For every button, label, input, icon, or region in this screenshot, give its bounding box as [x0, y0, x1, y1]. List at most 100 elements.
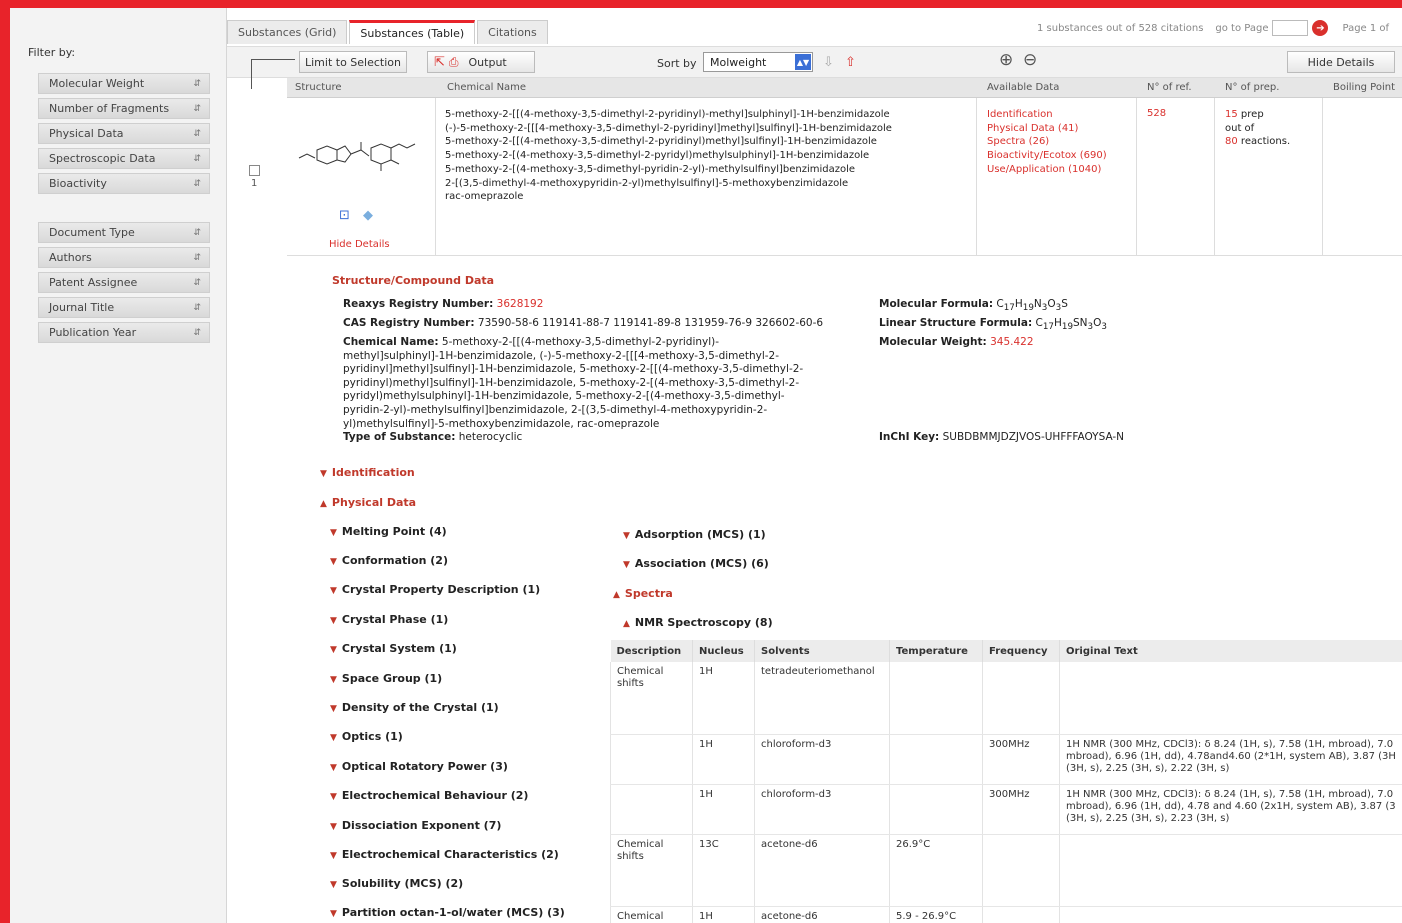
link-spectra[interactable]: Spectra (26) — [987, 135, 1107, 149]
filter-number-of-fragments[interactable]: Number of Fragments ⇵ — [38, 98, 210, 119]
hide-details-button[interactable]: Hide Details — [1287, 51, 1395, 73]
sort-select[interactable]: Molweight ▲▼ — [703, 52, 813, 72]
expand-arrow-icon: ▲ — [623, 619, 630, 629]
col-boiling-point[interactable]: Boiling Point — [1333, 82, 1395, 93]
expand-arrow-icon: ⇵ — [193, 178, 201, 189]
toggle-spectra[interactable]: ▲ Spectra — [613, 587, 673, 600]
row-select-checkbox[interactable] — [249, 165, 260, 176]
molecular-formula: Molecular Formula: C17H19N3O3S — [879, 298, 1068, 314]
expand-arrow-icon: ▲ — [320, 499, 327, 509]
toggle-optics[interactable]: ▼ Optics (1) — [330, 730, 403, 743]
filter-publication-year[interactable]: Publication Year ⇵ — [38, 322, 210, 343]
collapse-arrow-icon: ▼ — [330, 880, 337, 890]
toggle-solubility[interactable]: ▼ Solubility (MCS) (2) — [330, 877, 463, 890]
toggle-dissociation-exponent[interactable]: ▼ Dissociation Exponent (7) — [330, 819, 501, 832]
chemical-name: 5-methoxy-2-[[(4-methoxy-3,5-dimethyl-2-… — [445, 136, 877, 148]
collapse-arrow-icon: ▼ — [330, 763, 337, 773]
row-index: 1 — [251, 178, 258, 189]
toggle-identification[interactable]: ▼ Identification — [320, 466, 415, 479]
toggle-electrochemical-characteristics[interactable]: ▼ Electrochemical Characteristics (2) — [330, 848, 559, 861]
link-identification[interactable]: Identification — [987, 108, 1107, 122]
results-table-header: Structure Chemical Name Available Data N… — [287, 78, 1402, 98]
print-icon: ⎙ — [448, 54, 459, 69]
toggle-melting-point[interactable]: ▼ Melting Point (4) — [330, 525, 447, 538]
nmr-col-nucleus: Nucleus — [692, 640, 755, 662]
table-row: Chemical shifts 13C acetone-d6 26.9°C — [610, 834, 1402, 907]
edit-structure-icon[interactable]: ⊡ — [339, 208, 350, 223]
results-toolbar: Limit to Selection ⇱ ⎙ Output Sort by Mo… — [227, 46, 1402, 89]
toggle-adsorption[interactable]: ▼ Adsorption (MCS) (1) — [623, 528, 766, 541]
link-physical-data[interactable]: Physical Data (41) — [987, 122, 1107, 136]
results-summary: 1 substances out of 528 citations — [1037, 22, 1204, 34]
table-row: 1H chloroform-d3 300MHz 1H NMR (300 MHz,… — [610, 734, 1402, 785]
left-accent-bar — [0, 0, 10, 923]
filter-patent-assignee[interactable]: Patent Assignee ⇵ — [38, 272, 210, 293]
toggle-crystal-system[interactable]: ▼ Crystal System (1) — [330, 642, 457, 655]
link-bioactivity[interactable]: Bioactivity/Ecotox (690) — [987, 149, 1107, 163]
zoom-out-icon[interactable]: ⊖ — [1023, 50, 1037, 70]
page-input[interactable] — [1272, 20, 1309, 36]
zoom-in-icon[interactable]: ⊕ — [999, 50, 1013, 70]
col-structure[interactable]: Structure — [295, 82, 342, 93]
toggle-crystal-property[interactable]: ▼ Crystal Property Description (1) — [330, 583, 540, 596]
tab-substances-grid[interactable]: Substances (Grid) — [227, 20, 348, 44]
col-num-refs[interactable]: N° of ref. — [1147, 82, 1192, 93]
col-available-data[interactable]: Available Data — [987, 82, 1059, 93]
filter-document-type[interactable]: Document Type ⇵ — [38, 222, 210, 243]
table-row: Chemical shifts 1H tetradeuteriomethanol — [610, 662, 1402, 735]
col-num-prep[interactable]: N° of prep. — [1225, 82, 1279, 93]
collapse-arrow-icon: ▼ — [330, 557, 337, 567]
collapse-arrow-icon: ▼ — [623, 531, 630, 541]
toggle-density[interactable]: ▼ Density of the Crystal (1) — [330, 701, 499, 714]
collapse-arrow-icon: ▼ — [330, 822, 337, 832]
export-icon: ⇱ — [434, 54, 445, 70]
toggle-optical-rotatory-power[interactable]: ▼ Optical Rotatory Power (3) — [330, 760, 508, 773]
pagination-info: 1 substances out of 528 citations go to … — [1037, 20, 1389, 36]
collapse-arrow-icon: ▼ — [330, 733, 337, 743]
view-3d-icon[interactable]: ◆ — [363, 208, 373, 223]
filter-authors[interactable]: Authors ⇵ — [38, 247, 210, 268]
filter-physical-data[interactable]: Physical Data ⇵ — [38, 123, 210, 144]
tab-substances-table[interactable]: Substances (Table) — [349, 20, 476, 44]
reaxys-registry: Reaxys Registry Number: 3628192 — [343, 298, 544, 310]
substance-details: Structure/Compound Data Reaxys Registry … — [287, 258, 1402, 923]
limit-to-selection-button[interactable]: Limit to Selection — [299, 51, 407, 73]
expand-arrow-icon: ⇵ — [193, 103, 201, 114]
go-arrow-icon[interactable]: ➔ — [1312, 20, 1329, 36]
refs-count-link[interactable]: 528 — [1147, 108, 1166, 119]
reaxys-number-link[interactable]: 3628192 — [497, 298, 544, 310]
toggle-nmr-spectroscopy[interactable]: ▲ NMR Spectroscopy (8) — [623, 616, 773, 629]
hide-details-link[interactable]: Hide Details — [329, 239, 390, 250]
toggle-electrochemical-behaviour[interactable]: ▼ Electrochemical Behaviour (2) — [330, 789, 528, 802]
inchi-key: InChI Key: SUBDBMMJDZJVOS-UHFFFAOYSA-N — [879, 431, 1125, 443]
filter-journal-title[interactable]: Journal Title ⇵ — [38, 297, 210, 318]
filter-spectroscopic-data[interactable]: Spectroscopic Data ⇵ — [38, 148, 210, 169]
filter-molecular-weight[interactable]: Molecular Weight ⇵ — [38, 73, 210, 94]
results-panel: Substances (Grid) Substances (Table) Cit… — [227, 8, 1402, 923]
expand-arrow-icon: ▲ — [613, 590, 620, 600]
table-row: ⊡ ◆ Hide Details 5-methoxy-2-[[(4-methox… — [287, 98, 1402, 256]
structure-image[interactable] — [295, 134, 427, 174]
toggle-physical-data[interactable]: ▲ Physical Data — [320, 496, 416, 509]
output-button[interactable]: ⇱ ⎙ Output — [427, 51, 535, 73]
col-chemical-name[interactable]: Chemical Name — [447, 82, 526, 93]
chemical-name: 5-methoxy-2-[(4-methoxy-3,5-dimethyl-pyr… — [445, 163, 856, 175]
prep-count-link[interactable]: 15 — [1225, 109, 1238, 120]
chemical-name: 5-methoxy-2-[[(4-methoxy-3,5-dimethyl-2-… — [445, 109, 890, 120]
toggle-association[interactable]: ▼ Association (MCS) (6) — [623, 557, 769, 570]
toggle-space-group[interactable]: ▼ Space Group (1) — [330, 672, 442, 685]
toggle-crystal-phase[interactable]: ▼ Crystal Phase (1) — [330, 613, 448, 626]
sort-descending-icon[interactable]: ⇧ — [845, 55, 856, 70]
toggle-conformation[interactable]: ▼ Conformation (2) — [330, 554, 448, 567]
link-use-application[interactable]: Use/Application (1040) — [987, 163, 1107, 177]
chemical-name: 5-methoxy-2-[(4-methoxy-3,5-dimethyl-2-p… — [445, 150, 870, 162]
collapse-arrow-icon: ▼ — [330, 704, 337, 714]
filter-bioactivity[interactable]: Bioactivity ⇵ — [38, 173, 210, 194]
toggle-partition[interactable]: ▼ Partition octan-1-ol/water (MCS) (3) — [330, 906, 565, 919]
cas-registry: CAS Registry Number: 73590-58-6 119141-8… — [343, 317, 824, 329]
prep-total-link[interactable]: 80 — [1225, 136, 1238, 147]
sort-ascending-icon[interactable]: ⇩ — [823, 55, 834, 70]
tab-citations[interactable]: Citations — [477, 20, 548, 44]
nmr-col-temperature: Temperature — [889, 640, 983, 662]
available-data-links: Identification Physical Data (41) Spectr… — [987, 108, 1107, 177]
